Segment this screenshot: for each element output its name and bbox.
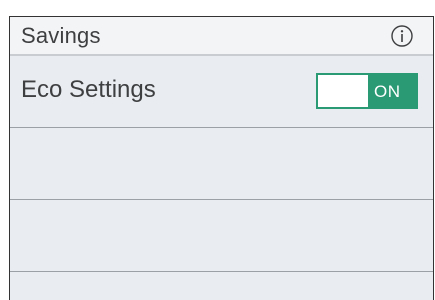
page-title: Savings [21,23,101,48]
header-bar: Savings [10,17,433,56]
eco-settings-label: Eco Settings [21,76,156,103]
settings-screen: Savings Eco Settings ON [9,16,434,300]
toggle-state-label: ON [374,82,401,101]
list-item-empty-1 [10,128,433,200]
list-item-eco-settings[interactable]: Eco Settings ON [10,56,433,128]
eco-settings-toggle[interactable]: ON [316,73,418,109]
toggle-knob [318,75,368,107]
list-item-empty-2 [10,200,433,272]
info-icon[interactable] [391,25,413,47]
